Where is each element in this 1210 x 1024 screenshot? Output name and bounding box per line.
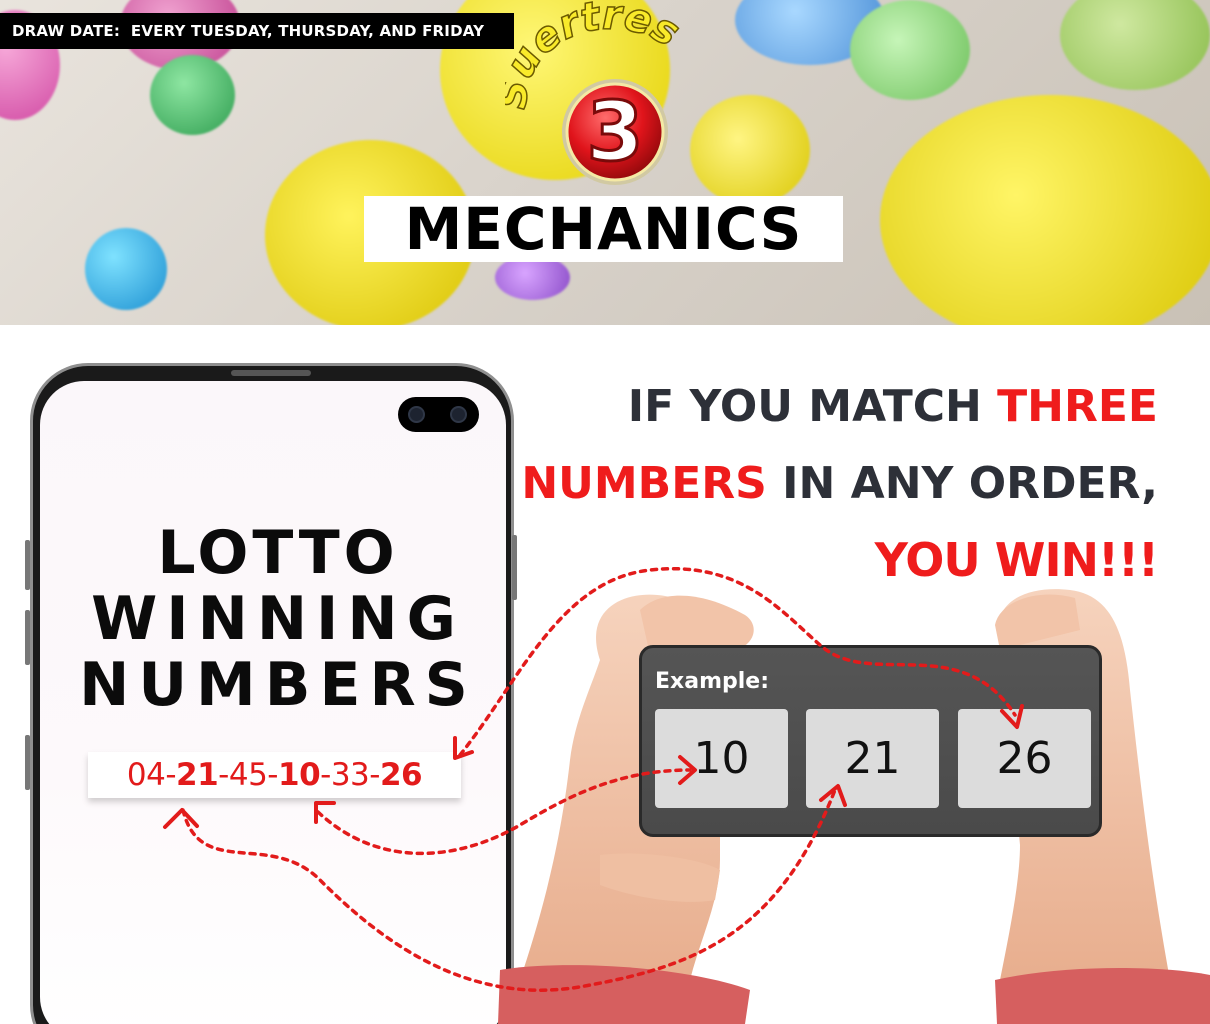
phone-side-button	[25, 540, 30, 590]
draw-date-label: DRAW DATE: EVERY TUESDAY, THURSDAY, AND …	[0, 13, 514, 49]
winning-numbers-sequence: 04-21-45-10-33-26	[88, 752, 461, 798]
phone-side-button	[25, 610, 30, 665]
headline-line-1: IF YOU MATCH THREE	[627, 381, 1158, 432]
front-camera-icon	[398, 397, 479, 432]
suertres-logo: 3 Suertres	[505, 0, 688, 185]
example-label: Example:	[655, 669, 769, 694]
example-number-box: 10	[655, 709, 788, 808]
mechanics-title-box: MECHANICS	[364, 196, 843, 262]
lottery-ball-yellow	[880, 95, 1210, 325]
headline-line-2: NUMBERS IN ANY ORDER,	[521, 458, 1158, 509]
svg-text:3: 3	[586, 85, 643, 180]
rules-headline: IF YOU MATCH THREE NUMBERS IN ANY ORDER,…	[518, 368, 1159, 600]
headline-line-3: YOU WIN!!!	[874, 533, 1159, 587]
lottery-ball-green	[150, 55, 235, 135]
example-number-box: 26	[958, 709, 1091, 808]
lottery-ball-green	[1060, 0, 1210, 90]
mechanics-title: MECHANICS	[404, 195, 803, 263]
phone-side-button	[25, 735, 30, 790]
lottery-ball-green	[850, 0, 970, 100]
lotto-winning-numbers-title: LOTTO WINNING NUMBERS	[79, 518, 477, 720]
lottery-ball-blue	[85, 228, 167, 310]
header-banner: DRAW DATE: EVERY TUESDAY, THURSDAY, AND …	[0, 0, 1210, 325]
example-number-box: 21	[806, 709, 939, 808]
phone-speaker	[231, 370, 311, 376]
